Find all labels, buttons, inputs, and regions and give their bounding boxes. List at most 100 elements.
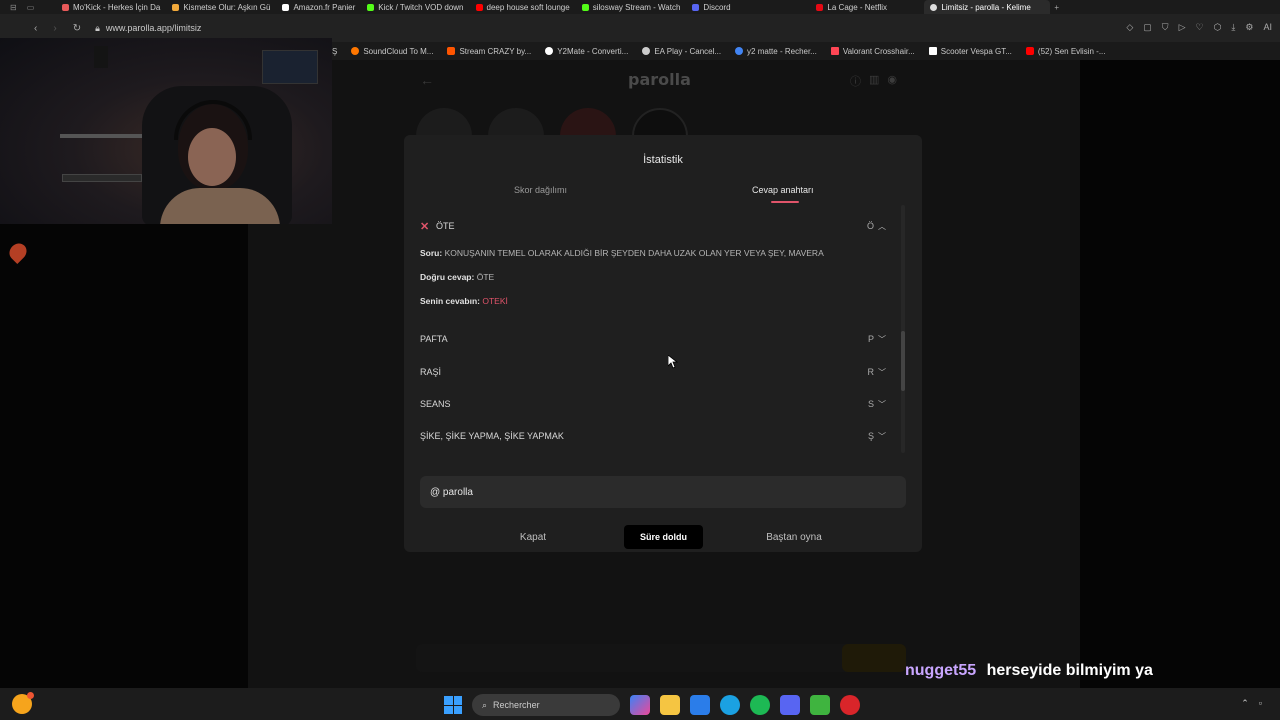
time-up-button[interactable]: Süre doldu [624,525,703,549]
correct-answer-text: ÖTE [476,272,495,282]
profile-icon[interactable]: ◉ [887,73,897,89]
tab-favicon-icon [581,3,589,11]
bookmark-item[interactable]: (52) Sen Evlisin -... [1025,46,1106,56]
browser-tab[interactable]: Discord [686,0,810,14]
bookmark-item[interactable]: Scooter Vespa GT... [928,47,1012,56]
discord-icon[interactable] [780,695,800,715]
bookmark-icon[interactable]: ◇ [1126,22,1133,33]
spotify-icon[interactable] [750,695,770,715]
play-icon[interactable]: ▷ [1179,22,1186,33]
active-tab-indicator [771,201,799,203]
bookmark-item[interactable]: SoundCloud To M... [351,47,433,56]
lock-icon: 🔒︎ [95,22,100,33]
file-explorer-icon[interactable] [660,695,680,715]
game-back-icon[interactable]: ← [420,72,434,88]
edge-icon[interactable] [720,695,740,715]
modal-tabs: Skor dağılımı Cevap anahtarı [404,185,922,207]
answer-row[interactable]: RAŞİ R ﹀ [420,363,890,381]
menu-icon[interactable]: ⊟ [10,3,17,12]
screenshot-icon[interactable]: ▢ [1143,22,1152,33]
bookmark-item[interactable]: Stream CRAZY by... [447,47,531,56]
browser-tab-active[interactable]: Limitsiz - parolla - Kelime [924,0,1051,14]
browser-tab[interactable]: silosway Stream - Watch [576,0,687,14]
bookmark-item[interactable]: EA Play - Cancel... [642,47,721,56]
opera-icon[interactable] [840,695,860,715]
answer-letter: R [867,367,875,377]
browser-tab[interactable]: Kick / Twitch VOD down [361,0,469,14]
copilot-icon[interactable] [630,695,650,715]
scrollbar-track[interactable] [901,205,905,453]
workspace-icon[interactable]: ▭ [27,3,35,12]
screen: ⊟ ▭ Mo'Kick - Herkes İçin Da Kismetse Ol… [0,0,1280,720]
bookmark-label: (52) Sen Evlisin -... [1037,46,1106,56]
answer-row-expanded[interactable]: ✕ ÖTE Ö ︿ [420,217,890,235]
soundcloud-icon [351,47,360,55]
store-icon[interactable] [690,695,710,715]
windows-start-icon[interactable] [444,696,462,714]
scrollbar-thumb[interactable] [901,331,905,391]
reload-icon[interactable]: ↻ [73,23,81,34]
heart-icon[interactable]: ♡ [1195,22,1203,33]
answer-row[interactable]: PAFTA P ﹀ [420,330,890,348]
tray-chevron-icon[interactable]: ⌃ [1241,698,1249,709]
tab-favicon-icon [367,3,375,11]
bookmark-label: EA Play - Cancel... [654,46,722,56]
answer-letter: Ö [866,221,874,231]
tab-answer-key[interactable]: Cevap anahtarı [752,185,814,195]
bookmark-item[interactable]: Y2Mate - Converti... [545,47,628,56]
stats-icon[interactable]: ▥ [869,73,879,89]
xbox-icon[interactable] [810,695,830,715]
extensions-icon[interactable]: ⬡ [1214,22,1222,33]
answer-letter: Ş [867,431,874,441]
info-icon[interactable]: ⓘ [850,73,861,89]
chat-message: herseyide bilmiyim ya [986,662,1153,679]
download-icon[interactable]: ⤓ [1231,22,1235,33]
shield-icon[interactable]: ⛉ [1162,22,1169,33]
bookmark-item[interactable]: Valorant Crosshair... [830,46,915,56]
settings-icon[interactable]: ⚙ [1245,22,1253,33]
browser-tab[interactable]: deep house soft lounge [470,0,576,14]
y2mate-icon [545,47,554,55]
close-button[interactable]: Kapat [508,525,558,549]
answer-row[interactable]: ŞİKE, ŞİKE YAPMA, ŞİKE YAPMAK Ş ﹀ [420,427,890,445]
browser-tab[interactable]: Amazon.fr Panier [276,0,361,14]
share-box[interactable]: @ parolla [420,476,906,508]
bookmark-label: Stream CRAZY by... [459,46,532,56]
your-answer-label: Senin cevabın: [420,296,480,306]
search-icon: ⌕ [482,699,488,710]
back-icon[interactable]: ‹ [34,23,37,34]
bookmark-item[interactable]: y2 matte - Recher... [735,47,817,56]
firefox-icon[interactable] [12,692,34,714]
statistics-modal: İstatistik Skor dağılımı Cevap anahtarı … [404,135,922,552]
url-field[interactable]: 🔒︎ www.parolla.app/limitsiz [95,23,201,34]
game-submit-button [842,644,906,672]
browser-tab[interactable]: Kismetse Olur: Aşkın Gü [166,0,276,14]
forward-icon[interactable]: › [53,23,56,34]
restart-button[interactable]: Baştan oyna [754,525,834,549]
ai-label[interactable]: AI [1263,22,1272,33]
nav-controls: ‹ › ↻ [34,23,81,34]
answer-row[interactable]: SEANS S ﹀ [420,395,890,413]
tab-title: silosway Stream - Watch [592,2,681,12]
share-text: @ parolla [430,486,473,498]
game-title: parolla [628,70,691,89]
correct-answer-line: Doğru cevap: ÖTE [420,272,494,282]
browser-tab[interactable]: La Cage - Netflix [810,0,924,14]
streamer-logo [5,239,134,265]
taskbar-search-input[interactable]: ⌕ Rechercher [472,694,620,716]
bookmarks-bar: Ş SoundCloud To M... Stream CRAZY by... … [330,42,1280,60]
modal-title: İstatistik [643,154,683,166]
new-tab-icon[interactable]: + [1054,3,1059,12]
bookmark-item[interactable]: Ş [332,47,337,56]
tray-app-icon[interactable]: ▫ [1259,698,1262,709]
chat-overlay: nugget55 herseyide bilmiyim ya [905,662,1153,680]
bookmark-label: Valorant Crosshair... [842,46,915,56]
answer-letter: S [867,399,874,409]
tab-score-distribution[interactable]: Skor dağılımı [514,185,567,195]
answer-list: ✕ ÖTE Ö ︿ Soru: KONUŞANIN TEMEL OLARAK A… [420,217,890,455]
ea-icon [642,47,651,55]
tab-title: Mo'Kick - Herkes İçin Da [73,2,161,12]
question-label: Soru: [420,248,443,258]
question-text: KONUŞANIN TEMEL OLARAK ALDIĞI BİR ŞEYDEN… [444,248,824,258]
browser-tab[interactable]: Mo'Kick - Herkes İçin Da [56,0,166,14]
